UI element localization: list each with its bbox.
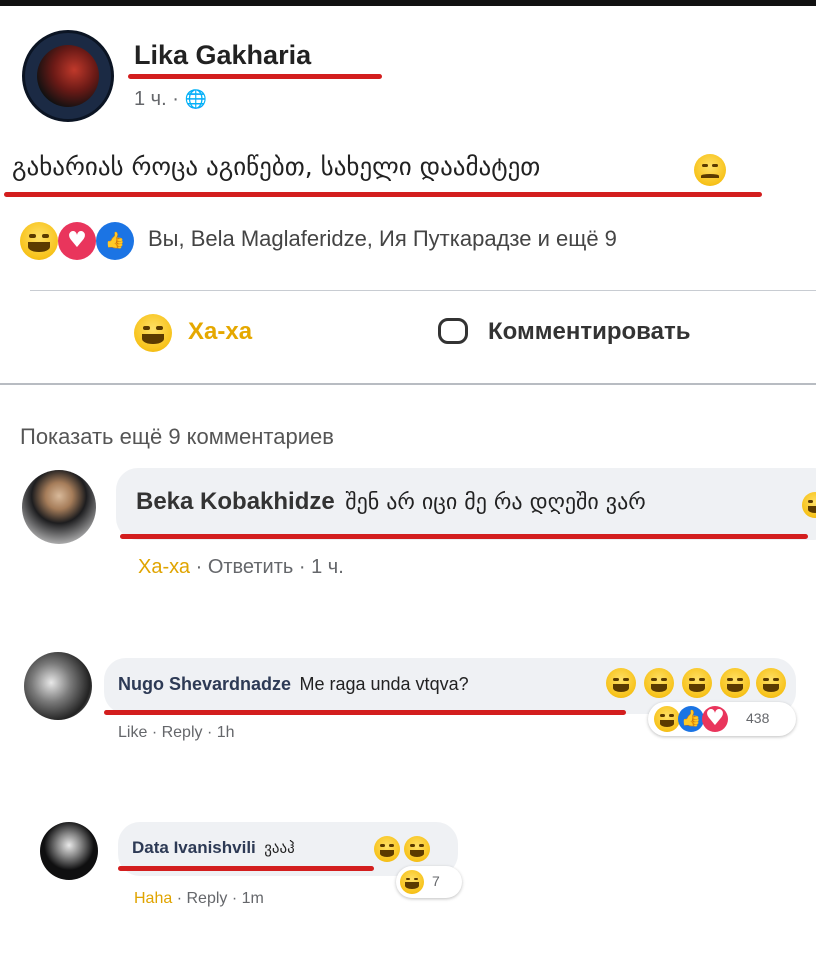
- laughing-emoji-icon: [756, 668, 786, 698]
- comment-text: Me raga unda vtqva?: [299, 674, 469, 694]
- haha-emoji-icon: [134, 314, 172, 352]
- post-text: გახარიას როცა აგიწებთ, სახელი დაამატეთ: [12, 152, 541, 181]
- love-reaction-icon: [702, 706, 728, 732]
- comment-like-link[interactable]: Like: [118, 724, 147, 741]
- laughing-emoji-icon: [682, 668, 712, 698]
- separator: ·: [151, 724, 162, 741]
- comment-text: შენ არ იცი მე რა დღეში ვარ: [345, 490, 646, 515]
- laughing-emoji-icon: [404, 836, 430, 862]
- show-more-comments-link[interactable]: Показать ещё 9 комментариев: [20, 424, 334, 450]
- comment-avatar-nugo[interactable]: [24, 652, 92, 720]
- separator: ·: [231, 890, 242, 907]
- comment-time[interactable]: 1h: [217, 724, 235, 741]
- like-reaction-icon[interactable]: [96, 222, 134, 260]
- reactions-summary[interactable]: Вы, Bela Maglaferidze, Ия Путкарадзе и е…: [148, 226, 617, 252]
- reactions-divider: [30, 290, 816, 291]
- comment-underline: [118, 866, 374, 871]
- reaction-count: 438: [746, 710, 770, 726]
- comment-reactions-pill[interactable]: 438: [648, 702, 796, 736]
- comment-icon: [438, 318, 468, 344]
- comment-author-name[interactable]: Beka Kobakhidze: [136, 488, 335, 515]
- separator: ·: [206, 724, 217, 741]
- comment-author-name[interactable]: Nugo Shevardnadze: [118, 674, 291, 694]
- comment-button-label: Комментировать: [488, 318, 691, 345]
- comment-underline: [120, 534, 808, 539]
- privacy-separator: ·: [172, 88, 185, 110]
- comment-text-row: Data Ivanishvili ვააჰ: [132, 838, 295, 858]
- laughing-emoji-icon: [606, 668, 636, 698]
- love-reaction-icon[interactable]: [58, 222, 96, 260]
- globe-icon: 🌐: [184, 89, 207, 110]
- post-time-text[interactable]: 1 ч.: [134, 88, 167, 110]
- comment-reactions-pill[interactable]: 7: [396, 866, 462, 898]
- reaction-count: 7: [432, 873, 440, 889]
- haha-reaction-icon[interactable]: [20, 222, 58, 260]
- comment-avatar-beka[interactable]: [22, 470, 96, 544]
- laughing-emoji-icon: [720, 668, 750, 698]
- comment-haha-link[interactable]: Haha: [134, 890, 172, 907]
- sad-emoji-icon: [694, 154, 726, 186]
- post-time[interactable]: 1 ч. · 🌐: [134, 88, 207, 111]
- comment-reply-link[interactable]: Reply: [162, 724, 203, 741]
- laughing-emoji-icon: [644, 668, 674, 698]
- comment-meta: Haha · Reply · 1m: [134, 890, 264, 908]
- haha-reaction-icon: [400, 870, 424, 894]
- comment-text: ვააჰ: [264, 839, 295, 857]
- haha-button[interactable]: Ха-ха: [134, 312, 304, 356]
- comment-avatar-data[interactable]: [40, 822, 98, 880]
- comment-underline: [104, 710, 626, 715]
- top-edge: [0, 0, 816, 6]
- post-text-underline: [4, 192, 762, 197]
- haha-reaction-icon: [654, 706, 680, 732]
- like-reaction-icon: [678, 706, 704, 732]
- post-author-underline: [128, 74, 382, 79]
- separator: ·: [298, 556, 312, 578]
- comment-text-row: Beka Kobakhidze შენ არ იცი მე რა დღეში ვ…: [136, 488, 646, 516]
- comment-haha-link[interactable]: Ха-ха: [138, 556, 190, 578]
- separator: ·: [195, 556, 208, 578]
- comment-button[interactable]: Комментировать: [438, 312, 768, 356]
- actions-divider: [0, 383, 816, 385]
- post-author-name[interactable]: Lika Gakharia: [134, 40, 311, 71]
- comment-meta: Ха-ха · Ответить · 1 ч.: [138, 556, 344, 579]
- comment-time[interactable]: 1m: [242, 890, 264, 907]
- comment-meta: Like · Reply · 1h: [118, 724, 235, 742]
- laughing-emoji-icon: [374, 836, 400, 862]
- comment-time[interactable]: 1 ч.: [311, 556, 344, 578]
- post-author-avatar[interactable]: [22, 30, 114, 122]
- comment-author-name[interactable]: Data Ivanishvili: [132, 838, 256, 857]
- comment-reply-link[interactable]: Ответить: [208, 556, 294, 578]
- comment-text-row: Nugo Shevardnadze Me raga unda vtqva?: [118, 674, 469, 695]
- haha-button-label: Ха-ха: [188, 318, 253, 345]
- comment-reply-link[interactable]: Reply: [186, 890, 227, 907]
